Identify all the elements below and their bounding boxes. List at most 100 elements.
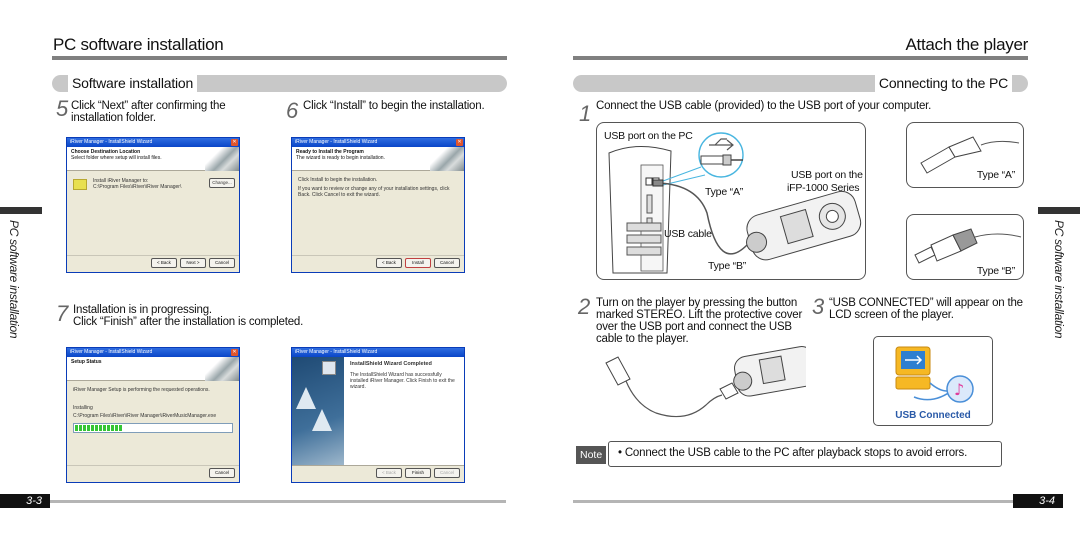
right-section-bar: Connecting to the PC — [573, 75, 1028, 92]
note-text: • Connect the USB cable to the PC after … — [618, 447, 968, 459]
left-page-title: PC software installation — [53, 35, 224, 54]
step-6-number: 6 — [286, 98, 299, 123]
computer-icon — [322, 361, 336, 375]
step-3-number: 3 — [812, 294, 825, 319]
usb-plug-a — [652, 179, 664, 187]
dialog-header: Ready to Install the Program The wizard … — [292, 147, 464, 171]
dialog-body: iRiver Manager Setup is performing the r… — [67, 381, 239, 437]
dialog-body-line2: Installing — [73, 405, 93, 411]
install-progress-bar — [73, 423, 233, 433]
label-usb-port-player-1: USB port on the — [791, 169, 863, 181]
dialog-wizard-completed: iRiver Manager - InstallShield Wizard In… — [291, 347, 465, 483]
usb-cable — [625, 380, 723, 418]
usb-connected-label: USB Connected — [895, 410, 971, 421]
usb-connected-screen: ♪ USB Connected — [873, 336, 993, 426]
dialog-body: Install iRiver Manager to: C:\Program Fi… — [67, 171, 239, 194]
decor-shape — [296, 387, 316, 409]
change-button[interactable]: Change... — [209, 178, 235, 188]
back-button[interactable]: < Back — [151, 258, 177, 268]
player-connect-illustration — [605, 346, 806, 418]
cancel-button: Cancel — [434, 468, 460, 478]
back-button[interactable]: < Back — [376, 258, 402, 268]
wizard-banner-art — [205, 147, 239, 171]
cancel-button[interactable]: Cancel — [209, 468, 235, 478]
close-icon[interactable]: ✕ — [231, 139, 238, 146]
dialog-titlebar: iRiver Manager - InstallShield Wizard ✕ — [292, 138, 464, 147]
dialog-ready-to-install: iRiver Manager - InstallShield Wizard ✕ R… — [291, 137, 465, 273]
left-side-tab — [0, 207, 42, 214]
dialog-body-line2: If you want to review or change any of y… — [298, 186, 450, 198]
pc-usb-port — [645, 177, 653, 186]
wizard-banner-art — [430, 147, 464, 171]
step-2-line1: Turn on the player by pressing the butto… — [596, 297, 798, 309]
step-2-line3: over the USB port and connect the USB — [596, 321, 792, 333]
next-button[interactable]: Next > — [180, 258, 206, 268]
dialog-subheading: Select folder where setup will install f… — [71, 155, 162, 161]
dialog-title: iRiver Manager - InstallShield Wizard — [70, 349, 153, 355]
dialog-header: Setup Status — [67, 357, 239, 381]
svg-text:♪: ♪ — [954, 380, 964, 399]
connection-illustration — [608, 132, 862, 274]
pc-slot — [626, 222, 662, 232]
right-page-number: 3-4 — [1013, 494, 1063, 508]
note-box: • Connect the USB cable to the PC after … — [608, 441, 1002, 467]
step-3-text: “USB CONNECTED” will appear on the LCD s… — [829, 297, 1023, 321]
label-usb-port-player-2: iFP-1000 Series — [787, 182, 860, 194]
step-7-number: 7 — [56, 301, 69, 326]
dialog-body-line1: The InstallShield Wizard has successfull… — [350, 372, 455, 390]
step-6-text: Click “Install” to begin the installatio… — [303, 100, 485, 112]
step-7-text: Installation is in progressing. Click “F… — [73, 304, 303, 328]
step-2-number: 2 — [578, 294, 591, 319]
dialog-body-line1: iRiver Manager Setup is performing the r… — [73, 387, 210, 393]
dialog-titlebar: iRiver Manager - InstallShield Wizard ✕ — [67, 348, 239, 357]
step-2-text: Turn on the player by pressing the butto… — [596, 297, 802, 345]
dialog-title: iRiver Manager - InstallShield Wizard — [70, 139, 153, 145]
label-type-b-box: Type “B” — [976, 265, 1015, 277]
step-3-line2: LCD screen of the player. — [829, 309, 954, 321]
dialog-header: Choose Destination Location Select folde… — [67, 147, 239, 171]
dialog-titlebar: iRiver Manager - InstallShield Wizard ✕ — [67, 138, 239, 147]
cancel-button[interactable]: Cancel — [434, 258, 460, 268]
step-1-text: Connect the USB cable (provided) to the … — [596, 100, 932, 112]
dialog-heading: InstallShield Wizard Completed — [350, 361, 432, 367]
right-side-label: PC software installation — [1052, 220, 1066, 339]
left-footer-rule — [50, 500, 506, 503]
dialog-body-line1: Click Install to begin the installation. — [298, 177, 378, 183]
usb-plug-a-zoom — [700, 155, 724, 165]
pc-slot — [626, 234, 662, 244]
step-2-line4: cable to the player. — [596, 333, 689, 345]
install-button[interactable]: Install — [405, 258, 431, 268]
wizard-banner-art — [205, 357, 239, 381]
usb-plug-a — [605, 356, 631, 386]
step-3-line1: “USB CONNECTED” will appear on the — [829, 297, 1023, 309]
left-section-bar: Software installation — [52, 75, 507, 92]
right-page-title: Attach the player — [905, 35, 1029, 54]
right-section-label: Connecting to the PC — [874, 75, 1012, 92]
dialog-body-path: C:\Program Files\iRiver\iRiver Manager\i… — [73, 413, 217, 419]
folder-icon — [73, 178, 87, 190]
close-icon[interactable]: ✕ — [231, 349, 238, 356]
close-icon[interactable]: ✕ — [456, 139, 463, 146]
player-device — [733, 346, 806, 397]
cancel-button[interactable]: Cancel — [209, 258, 235, 268]
back-button: < Back — [376, 468, 402, 478]
step-7-line2: Click “Finish” after the installation is… — [73, 316, 304, 328]
dialog-body-path: C:\Program Files\iRiver\iRiver Manager\ — [93, 184, 182, 190]
right-side-tab — [1038, 207, 1080, 214]
finish-button[interactable]: Finish — [405, 468, 431, 478]
type-b-figure: Type “B” — [906, 214, 1024, 280]
dialog-titlebar: iRiver Manager - InstallShield Wizard — [292, 348, 464, 357]
dialog-body: Click Install to begin the installation.… — [292, 171, 464, 202]
wizard-side-art — [292, 357, 344, 466]
label-usb-port-pc: USB port on the PC — [604, 130, 693, 142]
dialog-subheading: The wizard is ready to begin installatio… — [296, 155, 385, 161]
label-type-a-box: Type “A” — [976, 169, 1015, 181]
dialog-separator — [292, 255, 464, 256]
right-footer-rule — [573, 500, 1029, 503]
left-side-label: PC software installation — [7, 220, 21, 339]
left-page-number: 3-3 — [0, 494, 50, 508]
label-type-a: Type “A” — [705, 186, 744, 198]
step-5-text: Click “Next” after confirming the instal… — [71, 100, 226, 124]
left-title-rule — [52, 56, 507, 60]
dialog-choose-destination: iRiver Manager - InstallShield Wizard ✕ C… — [66, 137, 240, 273]
